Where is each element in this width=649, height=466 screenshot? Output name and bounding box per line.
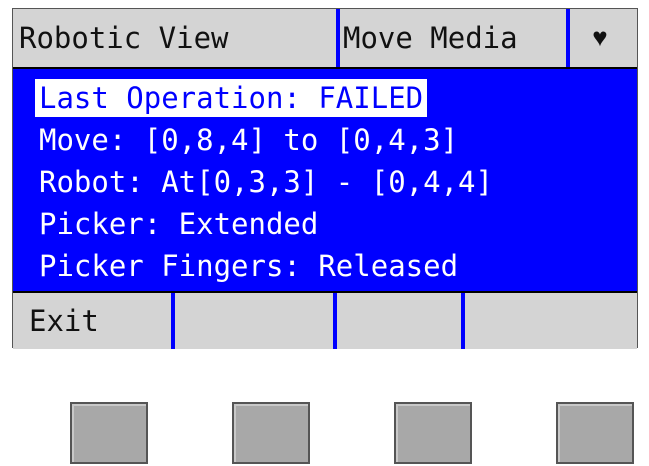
hardware-button-2[interactable] [232,402,310,464]
softkey-2[interactable] [179,293,333,349]
tab-move-media[interactable]: Move Media [343,9,569,67]
softkey-4[interactable] [466,293,637,349]
title-separator [336,9,340,67]
tab-robotic-view[interactable]: Robotic View [19,9,337,67]
softkey-3[interactable] [338,293,462,349]
hardware-button-1[interactable] [70,402,148,464]
exit-softkey[interactable]: Exit [15,293,189,349]
softkey-separator [333,293,337,349]
lcd-screen: Robotic View Move Media ♥ Last Operation… [12,8,638,349]
title-separator [566,9,570,67]
hardware-button-3[interactable] [394,402,472,464]
picker-fingers-status: Picker Fingers: Released [39,249,459,283]
move-status: Move: [0,8,4] to [0,4,3] [39,123,459,157]
status-panel: Last Operation: FAILED Move: [0,8,4] to … [13,69,637,289]
softkey-separator [461,293,465,349]
softkey-separator [171,293,175,349]
robot-position-status: Robot: At[0,3,3] - [0,4,4] [39,165,493,199]
hardware-button-4[interactable] [556,402,634,464]
heart-icon: ♥ [592,23,608,52]
softkey-bar: Exit [13,291,637,349]
title-bar: Robotic View Move Media ♥ [13,9,637,69]
picker-status: Picker: Extended [39,207,319,241]
last-operation-status: Last Operation: FAILED [35,79,428,117]
